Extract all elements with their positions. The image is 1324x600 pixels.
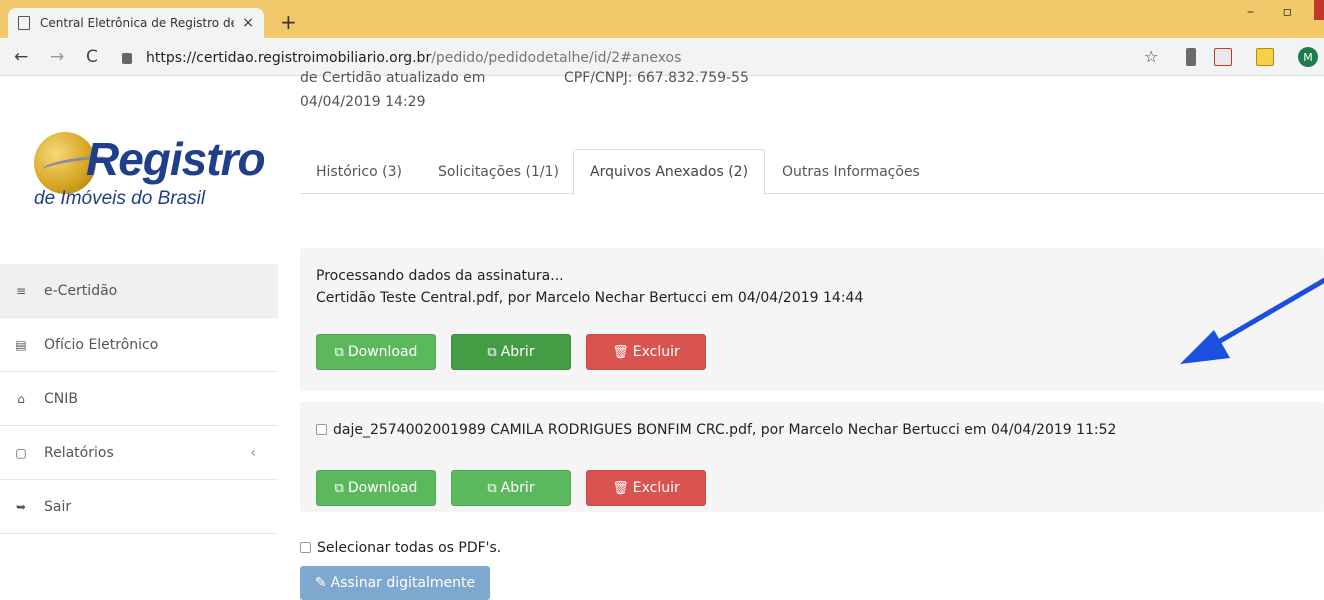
logo-subtitle: de Imóveis do Brasil bbox=[34, 188, 206, 209]
sign-digitally-button[interactable]: ✎ Assinar digitalmente bbox=[300, 566, 490, 600]
new-tab-button[interactable]: + bbox=[280, 10, 297, 34]
download-label: Download bbox=[347, 344, 418, 360]
window-controls[interactable]: – ▫ bbox=[1247, 4, 1304, 20]
sidebar-item-oficio-eletronico[interactable]: ▤ Ofício Eletrônico bbox=[0, 318, 278, 372]
trash-icon: 🗑 bbox=[612, 344, 629, 360]
order-updated-date: 04/04/2019 14:29 bbox=[300, 94, 426, 110]
sidebar-item-label: Relatórios bbox=[44, 444, 114, 461]
sidebar-item-label: e-Certidão bbox=[44, 282, 118, 299]
open-button[interactable]: ⧉ Abrir bbox=[451, 470, 571, 506]
attachment-file-line: Certidão Teste Central.pdf, por Marcelo … bbox=[316, 290, 864, 306]
extension-usb-icon[interactable] bbox=[1186, 48, 1196, 66]
sidebar-item-label: Sair bbox=[44, 498, 72, 515]
extension-yellow-icon[interactable] bbox=[1256, 48, 1274, 66]
main-content: de Certidão atualizado em CPF/CNPJ: 667.… bbox=[298, 70, 1324, 600]
external-link-icon: ⧉ bbox=[334, 480, 344, 496]
cpf-cnpj-label: CPF/CNPJ: 667.832.759-55 bbox=[564, 70, 749, 86]
bookmark-star-icon[interactable]: ☆ bbox=[1144, 47, 1158, 66]
attachment-card: daje_2574002001989 CAMILA RODRIGUES BONF… bbox=[300, 402, 1324, 512]
profile-avatar[interactable]: M bbox=[1298, 47, 1318, 67]
home-icon: ⌂ bbox=[17, 391, 25, 406]
back-icon[interactable]: ← bbox=[14, 47, 28, 67]
registro-logo[interactable]: Registro de Imóveis do Brasil bbox=[34, 126, 266, 216]
download-label: Download bbox=[347, 480, 418, 496]
browser-tab-title: Central Eletrônica de Registro de bbox=[40, 16, 235, 30]
annotation-arrow-icon bbox=[1180, 277, 1324, 364]
page-icon bbox=[18, 16, 30, 30]
sign-out-icon: ➥ bbox=[15, 499, 27, 514]
logo-title: Registro bbox=[86, 133, 266, 185]
url-path: /pedido/pedidodetalhe/id/2#anexos bbox=[431, 50, 682, 66]
external-link-icon: ⧉ bbox=[334, 344, 344, 360]
tab-arquivos-anexados[interactable]: Arquivos Anexados (2) bbox=[573, 149, 766, 195]
select-all-checkbox[interactable] bbox=[300, 542, 311, 553]
file-icon: ▢ bbox=[15, 445, 27, 460]
trash-icon: 🗑 bbox=[612, 480, 629, 496]
sidebar-item-label: Ofício Eletrônico bbox=[44, 336, 159, 353]
forward-icon[interactable]: → bbox=[50, 47, 64, 67]
external-link-icon: ⧉ bbox=[487, 344, 497, 360]
lock-icon bbox=[122, 52, 132, 64]
detail-tabs: Histórico (3) Solicitações (1/1) Arquivo… bbox=[300, 149, 1324, 195]
sidebar-item-sair[interactable]: ➥ Sair bbox=[0, 480, 278, 534]
document-icon: ▤ bbox=[15, 337, 27, 352]
browser-tab[interactable]: Central Eletrônica de Registro de × bbox=[8, 8, 264, 38]
tab-historico[interactable]: Histórico (3) bbox=[300, 149, 418, 194]
chevron-left-icon: ‹ bbox=[250, 444, 256, 461]
sidebar-menu: ≡ e-Certidão ▤ Ofício Eletrônico ⌂ CNIB … bbox=[0, 264, 278, 534]
sidebar-item-relatorios[interactable]: ▢ Relatórios ‹ bbox=[0, 426, 278, 480]
attachment-checkbox[interactable] bbox=[316, 424, 327, 435]
extension-pdf-icon[interactable] bbox=[1214, 48, 1232, 66]
download-button[interactable]: ⧉ Download bbox=[316, 334, 436, 370]
window-close-edge[interactable] bbox=[1314, 0, 1324, 20]
tab-outras-informacoes[interactable]: Outras Informações bbox=[766, 149, 936, 194]
select-all-label: Selecionar todas os PDF's. bbox=[317, 540, 502, 556]
select-all-pdfs[interactable]: Selecionar todas os PDF's. bbox=[300, 540, 501, 556]
browser-tabstrip: Central Eletrônica de Registro de × + – … bbox=[0, 0, 1324, 38]
close-tab-icon[interactable]: × bbox=[242, 15, 254, 31]
delete-label: Excluir bbox=[632, 480, 680, 496]
sidebar-item-e-certidao[interactable]: ≡ e-Certidão bbox=[0, 264, 278, 318]
signature-status: Processando dados da assinatura... bbox=[316, 268, 564, 284]
list-icon: ≡ bbox=[15, 283, 27, 298]
reload-icon[interactable]: C bbox=[86, 47, 98, 67]
attachment-file-line: daje_2574002001989 CAMILA RODRIGUES BONF… bbox=[316, 422, 1116, 438]
order-updated-label: de Certidão atualizado em bbox=[300, 70, 486, 86]
sidebar-item-cnib[interactable]: ⌂ CNIB bbox=[0, 372, 278, 426]
delete-label: Excluir bbox=[632, 344, 680, 360]
edit-icon: ✎ bbox=[314, 575, 327, 591]
sidebar-item-label: CNIB bbox=[44, 390, 78, 407]
address-bar[interactable]: https://certidao.registroimobiliario.org… bbox=[122, 45, 1172, 71]
url-host: https://certidao.registroimobiliario.org… bbox=[146, 50, 432, 66]
open-button[interactable]: ⧉ Abrir bbox=[451, 334, 571, 370]
download-button[interactable]: ⧉ Download bbox=[316, 470, 436, 506]
sidebar: Registro de Imóveis do Brasil ≡ e-Certid… bbox=[0, 76, 278, 596]
delete-button[interactable]: 🗑 Excluir bbox=[586, 334, 706, 370]
delete-button[interactable]: 🗑 Excluir bbox=[586, 470, 706, 506]
sign-digitally-label: Assinar digitalmente bbox=[330, 575, 476, 591]
tab-solicitacoes[interactable]: Solicitações (1/1) bbox=[422, 149, 575, 194]
open-label: Abrir bbox=[500, 344, 535, 360]
open-label: Abrir bbox=[500, 480, 535, 496]
attachment-filename: daje_2574002001989 CAMILA RODRIGUES BONF… bbox=[333, 422, 1117, 438]
external-link-icon: ⧉ bbox=[487, 480, 497, 496]
